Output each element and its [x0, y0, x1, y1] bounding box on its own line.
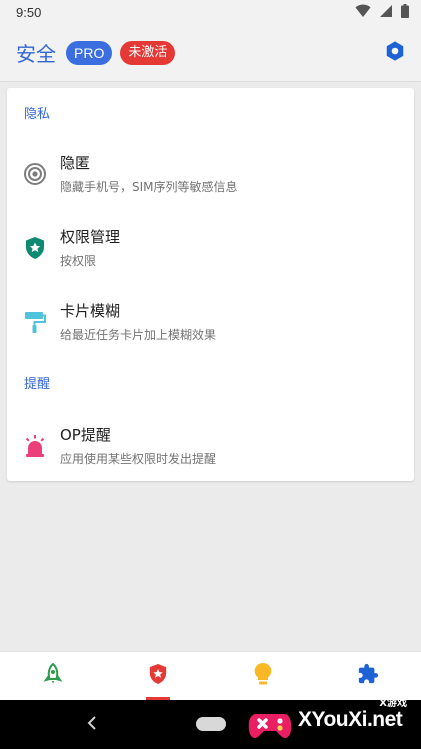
puzzle-icon — [357, 663, 379, 689]
status-time: 9:50 — [16, 4, 42, 20]
list-item-title: 隐匿 — [60, 154, 91, 172]
battery-icon — [401, 3, 409, 22]
status-bar: 9:50 — [0, 0, 421, 24]
hexagon-gear-icon — [384, 40, 406, 66]
gamepad-logo-icon — [246, 700, 294, 748]
target-icon — [23, 162, 47, 186]
inactive-badge[interactable]: 未激活 — [120, 40, 176, 65]
list-item-subtitle: 按权限 — [60, 254, 97, 268]
list-item-hide[interactable]: 隐匿 隐藏手机号，SIM序列等敏感信息 — [7, 142, 414, 206]
status-icons — [355, 3, 409, 22]
list-item-title: 权限管理 — [60, 228, 121, 246]
back-button[interactable] — [82, 712, 102, 736]
page-title: 安全 — [16, 42, 56, 66]
list-item-op-reminder[interactable]: OP提醒 应用使用某些权限时发出提醒 — [7, 414, 414, 478]
watermark-text: XYouXi.net — [298, 708, 403, 731]
nav-tab-security[interactable] — [105, 652, 210, 700]
chevron-left-icon — [87, 715, 97, 734]
list-item-subtitle: 应用使用某些权限时发出提醒 — [60, 452, 217, 466]
shield-star-icon — [148, 663, 168, 689]
app-bar: 安全 PRO 未激活 — [0, 24, 421, 82]
wifi-icon — [355, 3, 371, 22]
list-item-title: 卡片模糊 — [60, 302, 121, 320]
shield-star-icon — [23, 236, 47, 260]
lightbulb-icon — [254, 662, 272, 690]
list-item-subtitle: 隐藏手机号，SIM序列等敏感信息 — [60, 180, 238, 194]
settings-card: 隐私 隐匿 隐藏手机号，SIM序列等敏感信息 权限管理 按权限 卡片模糊 给最近… — [7, 88, 414, 481]
home-button[interactable] — [196, 717, 226, 731]
list-item-card-blur[interactable]: 卡片模糊 给最近任务卡片加上模糊效果 — [7, 290, 414, 354]
list-item-title: OP提醒 — [60, 426, 111, 444]
alarm-light-icon — [23, 434, 47, 458]
nav-tab-boost[interactable] — [0, 652, 105, 700]
watermark-sub: X游戏 — [379, 698, 407, 709]
rocket-icon — [43, 662, 63, 689]
list-item-permissions[interactable]: 权限管理 按权限 — [7, 216, 414, 280]
pro-badge: PRO — [66, 40, 113, 65]
settings-button[interactable] — [383, 41, 407, 65]
paint-roller-icon — [23, 310, 47, 334]
signal-icon — [379, 3, 393, 22]
section-header-privacy: 隐私 — [24, 107, 51, 122]
watermark: X游戏 XYouXi.net — [244, 692, 421, 749]
list-item-subtitle: 给最近任务卡片加上模糊效果 — [60, 328, 217, 342]
section-header-reminder: 提醒 — [24, 377, 51, 392]
